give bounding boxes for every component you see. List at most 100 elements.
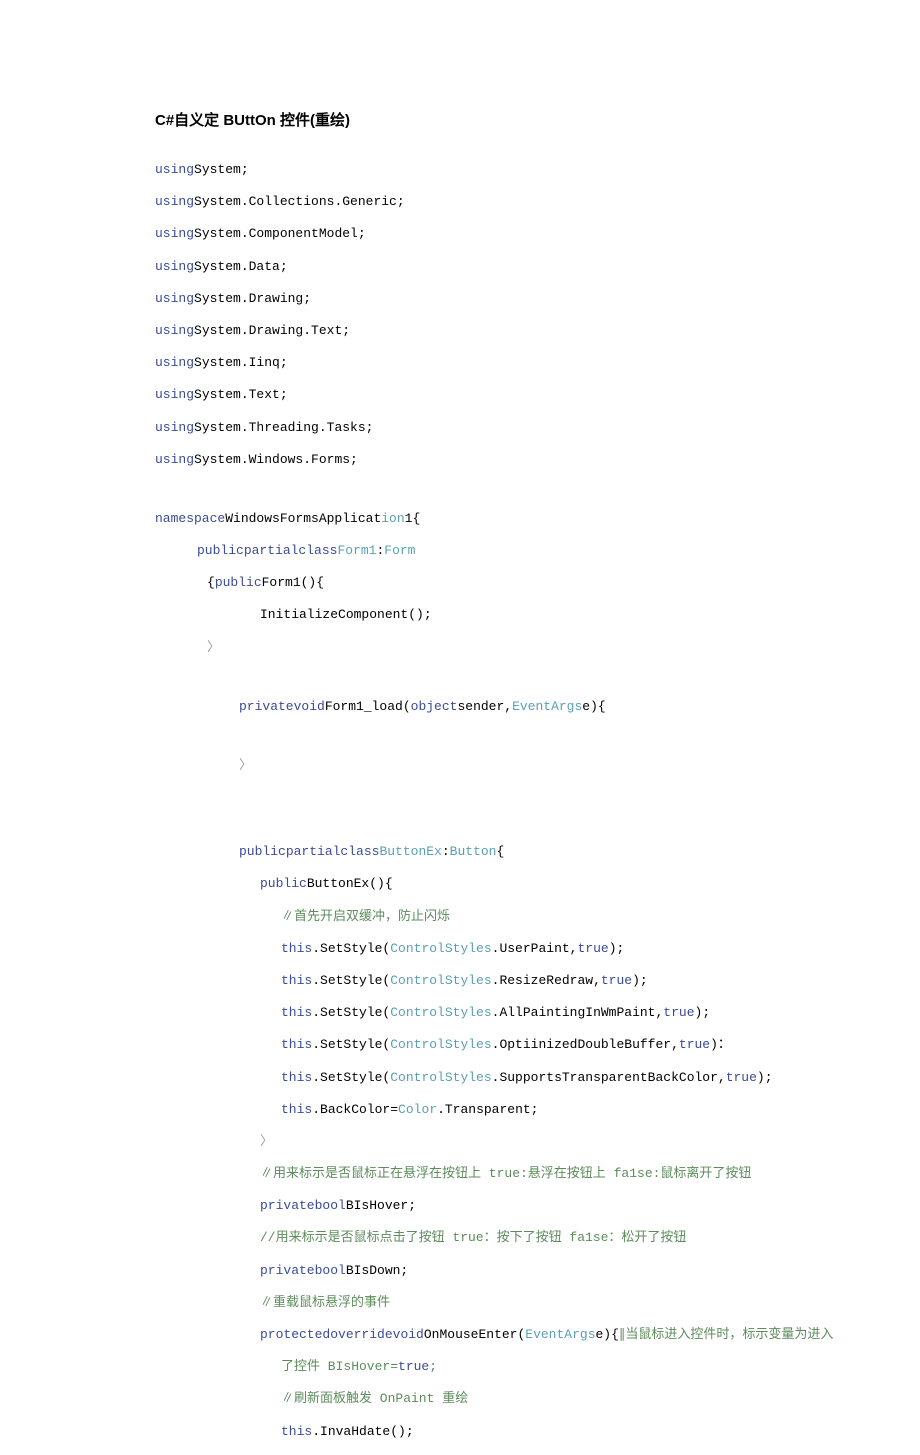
keyword-this: this <box>281 1037 312 1052</box>
type-form1: Form1 <box>337 543 376 558</box>
brace-close: 〉 <box>239 758 252 773</box>
blank-line <box>155 789 920 816</box>
keyword-private: private <box>260 1198 315 1213</box>
keyword-partial: partial <box>244 543 299 558</box>
keyword-object: object <box>411 699 458 714</box>
code-line: {publicForm1(){ <box>155 574 920 592</box>
code-line: this.SetStyle(ControlStyles.OptiinizedDo… <box>155 1036 920 1054</box>
code-line: usingSystem.Threading.Tasks; <box>155 419 920 437</box>
keyword-using: using <box>155 194 194 209</box>
keyword-this: this <box>281 1070 312 1085</box>
code-text: e){ <box>582 699 605 714</box>
keyword-public: public <box>239 844 286 859</box>
type-eventargs: EventArgs <box>512 699 582 714</box>
code-text: .SupportsTransparentBackColor, <box>492 1070 726 1085</box>
comment: ∥重载鼠标悬浮的事件 <box>260 1295 390 1310</box>
code-line: this.InvaHdate(); <box>155 1423 920 1441</box>
code-text: ButtonEx(){ <box>307 876 393 891</box>
code-line: usingSystem.Drawing; <box>155 290 920 308</box>
code-line: ∥首先开启双缓冲，防止闪烁 <box>155 908 920 926</box>
keyword-protected: protected <box>260 1327 330 1342</box>
code-text: BIsDown; <box>346 1263 408 1278</box>
keyword-private: private <box>260 1263 315 1278</box>
code-line: usingSystem.Text; <box>155 386 920 404</box>
type-controlstyles: ControlStyles <box>390 1037 491 1052</box>
type-eventargs: EventArgs <box>525 1327 595 1342</box>
keyword-using: using <box>155 452 194 467</box>
code-line: publicpartialclassForm1:Form <box>155 542 920 560</box>
type-ion: ion <box>381 511 404 526</box>
code-text: .ResizeRedraw, <box>492 973 601 988</box>
blank-line <box>155 671 920 698</box>
code-line: 了控件 BIsHover=true; <box>155 1358 920 1376</box>
type-controlstyles: ControlStyles <box>390 1005 491 1020</box>
code-text: System.Threading.Tasks; <box>194 420 373 435</box>
type-form: Form <box>384 543 415 558</box>
comment: 了控件 BIsHover= <box>281 1359 398 1374</box>
keyword-bool: bool <box>315 1263 346 1278</box>
keyword-class: class <box>340 844 379 859</box>
comment: ∥用来标示是否鼠标正在悬浮在按钮上 true:悬浮在按钮上 fa1se:鼠标离开… <box>260 1166 751 1181</box>
keyword-using: using <box>155 355 194 370</box>
code-line: this.BackColor=Color.Transparent; <box>155 1101 920 1119</box>
keyword-this: this <box>281 973 312 988</box>
code-text: .SetStyle( <box>312 1005 390 1020</box>
comment: ∥刷新面板触发 OnPaint 重绘 <box>281 1391 468 1406</box>
brace: { <box>207 575 215 590</box>
type-controlstyles: ControlStyles <box>390 973 491 988</box>
code-line: privateboolBIsHover; <box>155 1197 920 1215</box>
keyword-using: using <box>155 259 194 274</box>
keyword-void: void <box>393 1327 424 1342</box>
keyword-using: using <box>155 226 194 241</box>
code-line: this.SetStyle(ControlStyles.UserPaint,tr… <box>155 940 920 958</box>
type-buttonex: ButtonEx <box>379 844 441 859</box>
code-text: System.Drawing.Text; <box>194 323 350 338</box>
code-text: InitializeComponent(); <box>260 607 432 622</box>
code-line: ∥刷新面板触发 OnPaint 重绘 <box>155 1390 920 1408</box>
code-text: .OptiinizedDoubleBuffer, <box>492 1037 679 1052</box>
document-page: C#自义定 BUttOn 控件(重绘) usingSystem; usingSy… <box>0 0 920 1441</box>
code-text: .SetStyle( <box>312 941 390 956</box>
code-line: privatevoidForm1_load(objectsender,Event… <box>155 698 920 716</box>
keyword-class: class <box>298 543 337 558</box>
code-text: System.Text; <box>194 387 288 402</box>
code-text: System.Drawing; <box>194 291 311 306</box>
brace-close: 〉 <box>207 640 220 655</box>
keyword-using: using <box>155 420 194 435</box>
keyword-bool: bool <box>315 1198 346 1213</box>
code-text: 1{ <box>405 511 421 526</box>
type-controlstyles: ControlStyles <box>390 941 491 956</box>
keyword-using: using <box>155 291 194 306</box>
code-line: usingSystem.Drawing.Text; <box>155 322 920 340</box>
keyword-true: true <box>726 1070 757 1085</box>
code-line: namespaceWindowsFormsApplication1{ <box>155 510 920 528</box>
code-line: InitializeComponent(); <box>155 606 920 624</box>
code-line: 〉 <box>155 639 920 657</box>
code-line: usingSystem.ComponentModel; <box>155 225 920 243</box>
code-text: e){ <box>596 1327 619 1342</box>
keyword-true: true <box>577 941 608 956</box>
comment: ∥首先开启双缓冲，防止闪烁 <box>281 909 450 924</box>
code-text: .AllPaintingInWmPaint, <box>492 1005 664 1020</box>
code-line: 〉 <box>155 1133 920 1151</box>
code-text: .InvaHdate(); <box>312 1424 413 1439</box>
code-text: Form1(){ <box>262 575 324 590</box>
code-text: WindowsFormsApplicat <box>225 511 381 526</box>
keyword-using: using <box>155 323 194 338</box>
comment: //用来标示是否鼠标点击了按钮 true：按下了按钮 fa1se：松开了按钮 <box>260 1230 686 1245</box>
code-text: OnMouseEnter( <box>424 1327 525 1342</box>
keyword-true: true <box>679 1037 710 1052</box>
code-text: System; <box>194 162 249 177</box>
brace: { <box>496 844 504 859</box>
blank-line <box>155 816 920 843</box>
code-text: BIsHover; <box>346 1198 416 1213</box>
keyword-using: using <box>155 387 194 402</box>
code-line: ∥用来标示是否鼠标正在悬浮在按钮上 true:悬浮在按钮上 fa1se:鼠标离开… <box>155 1165 920 1183</box>
code-text: .SetStyle( <box>312 1037 390 1052</box>
blank-line <box>155 730 920 757</box>
code-line: usingSystem; <box>155 161 920 179</box>
keyword-using: using <box>155 162 194 177</box>
code-text: .Transparent; <box>437 1102 538 1117</box>
code-line: this.SetStyle(ControlStyles.AllPaintingI… <box>155 1004 920 1022</box>
code-line: 〉 <box>155 757 920 775</box>
